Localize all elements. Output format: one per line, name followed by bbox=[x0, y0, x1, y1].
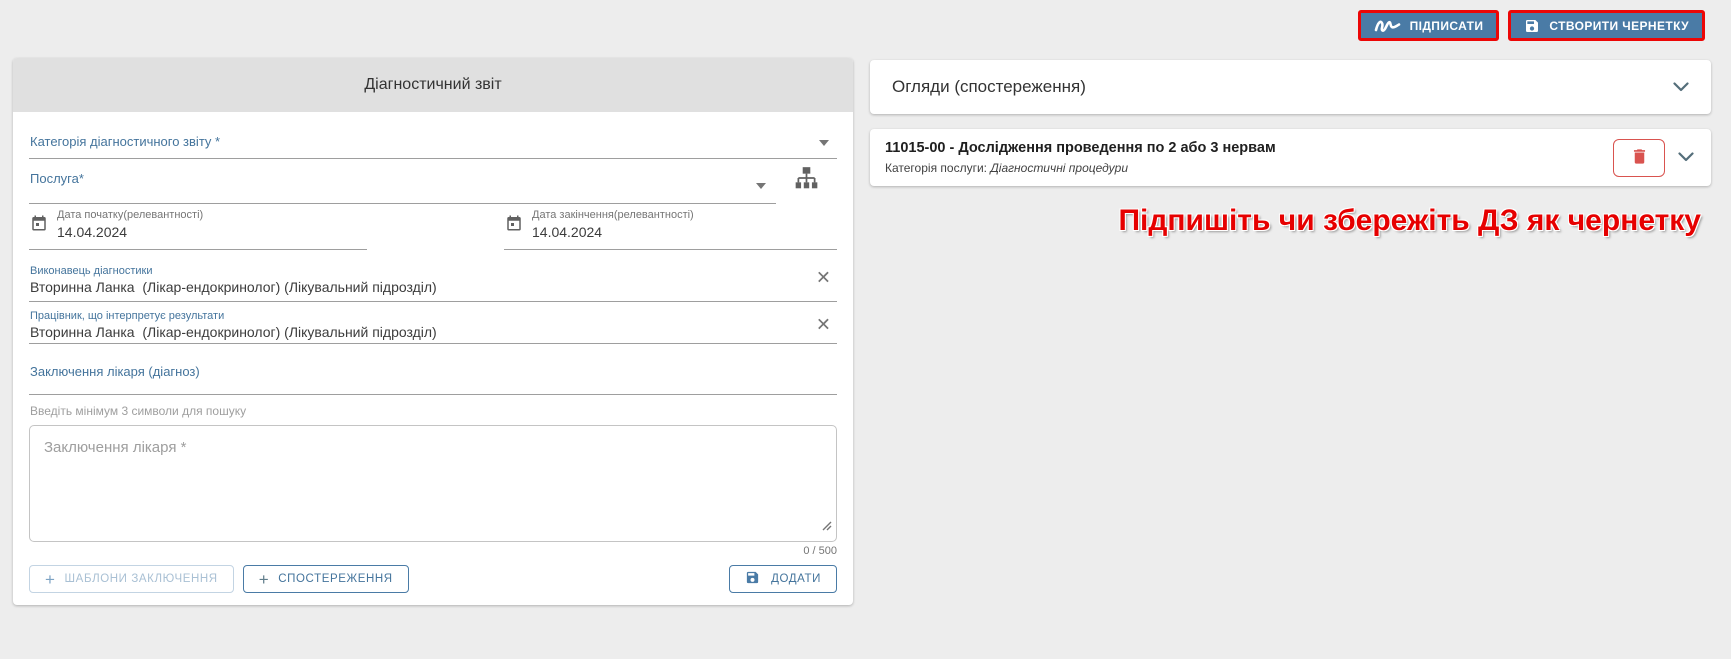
conclusion-templates-button[interactable]: + ШАБЛОНИ ЗАКЛЮЧЕННЯ bbox=[29, 565, 234, 593]
start-date-label: Дата початку(релевантності) bbox=[57, 209, 203, 221]
sign-button[interactable]: ПІДПИСАТИ bbox=[1358, 10, 1500, 41]
report-body: Категорія діагностичного звіту * Послуга… bbox=[13, 112, 853, 605]
service-category-label: Категорія послуги: bbox=[885, 161, 987, 175]
chevron-down-icon[interactable] bbox=[756, 183, 766, 189]
service-label: Послуга* bbox=[30, 171, 776, 186]
observation-item[interactable]: 11015-00 - Дослідження проведення по 2 а… bbox=[870, 129, 1711, 186]
observation-subtitle: Категорія послуги: Діагностичні процедур… bbox=[885, 161, 1276, 176]
conclusion-wrap bbox=[29, 425, 837, 542]
char-counter: 0 / 500 bbox=[29, 545, 837, 557]
save-icon bbox=[1524, 18, 1540, 34]
category-select[interactable]: Категорія діагностичного звіту * bbox=[29, 112, 837, 159]
service-tree-button[interactable] bbox=[776, 165, 837, 204]
observations-panel: Огляди (спостереження) 11015-00 - Дослід… bbox=[870, 60, 1711, 238]
diagnostic-report-card: Діагностичний звіт Категорія діагностичн… bbox=[13, 58, 853, 605]
category-label: Категорія діагностичного звіту * bbox=[30, 134, 837, 149]
signature-icon bbox=[1374, 18, 1401, 33]
end-date-field[interactable]: Дата закінчення(релевантності) 14.04.202… bbox=[504, 204, 837, 250]
report-title: Діагностичний звіт bbox=[13, 58, 853, 112]
observations-header[interactable]: Огляди (спостереження) bbox=[870, 60, 1711, 114]
add-button[interactable]: ДОДАТИ bbox=[729, 565, 837, 593]
diagnosis-label: Заключення лікаря (діагноз) bbox=[30, 364, 837, 379]
save-icon bbox=[745, 570, 760, 588]
performer-field[interactable]: Виконавець діагностики Вторинна Ланка (Л… bbox=[29, 250, 837, 302]
start-date-field[interactable]: Дата початку(релевантності) 14.04.2024 bbox=[29, 204, 367, 250]
trash-icon bbox=[1630, 147, 1649, 169]
start-date-value[interactable]: 14.04.2024 bbox=[57, 224, 203, 240]
observation-label: СПОСТЕРЕЖЕННЯ bbox=[278, 573, 392, 585]
clear-icon[interactable]: ✕ bbox=[816, 268, 831, 286]
interpreter-label: Працівник, що інтерпретує результати bbox=[30, 310, 797, 322]
chevron-down-icon[interactable] bbox=[1678, 149, 1694, 167]
conclusion-textarea[interactable] bbox=[29, 425, 837, 542]
end-date-label: Дата закінчення(релевантності) bbox=[532, 209, 694, 221]
clear-icon[interactable]: ✕ bbox=[816, 315, 831, 333]
sign-button-label: ПІДПИСАТИ bbox=[1410, 19, 1484, 33]
observations-title: Огляди (спостереження) bbox=[892, 77, 1086, 97]
calendar-icon[interactable] bbox=[30, 214, 48, 240]
service-select[interactable]: Послуга* bbox=[29, 159, 776, 204]
performer-label: Виконавець діагностики bbox=[30, 265, 797, 277]
search-hint: Введіть мінімум 3 символи для пошуку bbox=[30, 404, 837, 418]
add-label: ДОДАТИ bbox=[771, 573, 821, 585]
create-draft-button-label: СТВОРИТИ ЧЕРНЕТКУ bbox=[1549, 19, 1689, 33]
create-draft-button[interactable]: СТВОРИТИ ЧЕРНЕТКУ bbox=[1508, 10, 1705, 41]
conclusion-templates-label: ШАБЛОНИ ЗАКЛЮЧЕННЯ bbox=[65, 573, 218, 585]
delete-observation-button[interactable] bbox=[1613, 139, 1665, 177]
chevron-down-icon[interactable] bbox=[819, 140, 829, 146]
diagnosis-field[interactable]: Заключення лікаря (діагноз) bbox=[29, 344, 837, 395]
calendar-icon[interactable] bbox=[505, 214, 523, 240]
observation-title: 11015-00 - Дослідження проведення по 2 а… bbox=[885, 139, 1276, 157]
performer-value: Вторинна Ланка (Лікар-ендокринолог) (Лік… bbox=[30, 279, 797, 295]
resize-handle-icon[interactable] bbox=[822, 518, 832, 536]
interpreter-value: Вторинна Ланка (Лікар-ендокринолог) (Лік… bbox=[30, 324, 797, 340]
observation-button[interactable]: + СПОСТЕРЕЖЕННЯ bbox=[243, 565, 409, 593]
plus-icon: + bbox=[45, 571, 56, 588]
toolbar: ПІДПИСАТИ СТВОРИТИ ЧЕРНЕТКУ bbox=[1358, 10, 1705, 41]
dates-row: Дата початку(релевантності) 14.04.2024 Д… bbox=[29, 204, 837, 250]
plus-icon: + bbox=[259, 571, 270, 588]
service-tree-icon bbox=[793, 165, 820, 196]
observation-texts: 11015-00 - Дослідження проведення по 2 а… bbox=[885, 139, 1276, 176]
chevron-down-icon[interactable] bbox=[1673, 77, 1689, 97]
end-date-value[interactable]: 14.04.2024 bbox=[532, 224, 694, 240]
service-row: Послуга* bbox=[29, 159, 837, 204]
form-buttons-row: + ШАБЛОНИ ЗАКЛЮЧЕННЯ + СПОСТЕРЕЖЕННЯ ДОД… bbox=[29, 565, 837, 593]
annotation-text: Підпишіть чи збережіть ДЗ як чернетку bbox=[870, 204, 1711, 238]
interpreter-field[interactable]: Працівник, що інтерпретує результати Вто… bbox=[29, 302, 837, 344]
service-category-value: Діагностичні процедури bbox=[990, 161, 1128, 175]
